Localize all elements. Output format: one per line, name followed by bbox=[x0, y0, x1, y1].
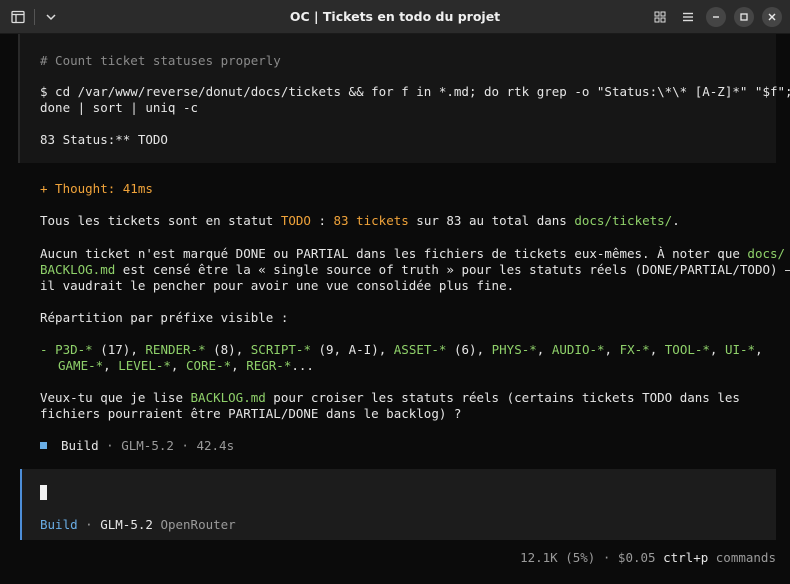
text: : bbox=[310, 213, 334, 228]
grid-icon[interactable] bbox=[650, 7, 670, 27]
text: . bbox=[672, 213, 680, 228]
prefix-detail: , bbox=[649, 342, 665, 357]
maximize-icon[interactable] bbox=[734, 7, 754, 27]
path-link[interactable]: docs/ bbox=[747, 246, 785, 261]
backlog-link[interactable]: BACKLOG.md bbox=[191, 390, 266, 405]
answer-paragraph-4-line-1: Veux-tu que je lise BACKLOG.md pour croi… bbox=[40, 390, 740, 406]
tool-output-block: # Count ticket statuses properly $ cd /v… bbox=[18, 34, 790, 163]
prefix-name: CORE-* bbox=[185, 358, 232, 373]
prefix-list-line-2: GAME-*, LEVEL-*, CORE-*, REGR-*... bbox=[58, 358, 314, 374]
commands-hint[interactable]: commands bbox=[716, 550, 776, 565]
text: Aucun ticket n'est marqué DONE ou PARTIA… bbox=[40, 246, 748, 261]
text-cursor bbox=[40, 485, 47, 500]
minimize-icon[interactable] bbox=[706, 7, 726, 27]
prefix-detail: , bbox=[755, 342, 763, 357]
prefix-detail: (17), bbox=[92, 342, 146, 357]
text: sur 83 au total dans bbox=[408, 213, 575, 228]
code-comment: # Count ticket statuses properly bbox=[40, 53, 281, 68]
ticket-count: 83 tickets bbox=[333, 213, 409, 228]
shortcut-key: ctrl+p bbox=[663, 550, 709, 565]
prefix-detail: , bbox=[103, 358, 119, 373]
input-provider: OpenRouter bbox=[160, 517, 236, 532]
list-bullet: - bbox=[40, 342, 56, 357]
prefix-list-line-1: - P3D-* (17), RENDER-* (8), SCRIPT-* (9,… bbox=[40, 342, 763, 358]
input-model[interactable]: GLM-5.2 bbox=[100, 517, 153, 532]
command-line-continued: done | sort | uniq -c bbox=[40, 100, 199, 115]
square-bullet-icon bbox=[40, 442, 47, 449]
prefix-name: TOOL-* bbox=[664, 342, 710, 357]
prefix-name: LEVEL-* bbox=[118, 358, 171, 373]
build-mode: Build bbox=[61, 438, 99, 453]
close-icon[interactable] bbox=[762, 7, 782, 27]
answer-paragraph-2-line-1: Aucun ticket n'est marqué DONE ou PARTIA… bbox=[40, 246, 785, 262]
prefix-detail: , bbox=[604, 342, 620, 357]
prefix-detail: (8), bbox=[205, 342, 251, 357]
answer-paragraph-4-line-2: fichiers pourraient être PARTIAL/DONE da… bbox=[40, 406, 462, 421]
prefix-detail: , bbox=[170, 358, 186, 373]
prefix-name: AUDIO-* bbox=[551, 342, 605, 357]
prefix-detail: , bbox=[231, 358, 247, 373]
prefix-name: SCRIPT-* bbox=[250, 342, 311, 357]
input-mode[interactable]: Build bbox=[40, 517, 78, 532]
prefix-name: UI-* bbox=[724, 342, 756, 357]
terminal-area: # Count ticket statuses properly $ cd /v… bbox=[0, 34, 790, 584]
prefix-detail: , bbox=[709, 342, 725, 357]
answer-paragraph-3: Répartition par préfixe visible : bbox=[40, 310, 289, 325]
thought-label[interactable]: + Thought: 41ms bbox=[40, 181, 153, 197]
prefix-name: RENDER-* bbox=[145, 342, 206, 357]
answer-paragraph-2-line-3: il vaudrait le pencher pour avoir une vu… bbox=[40, 278, 515, 293]
prefix-name: FX-* bbox=[619, 342, 650, 357]
backlog-link[interactable]: BACKLOG.md bbox=[40, 262, 115, 277]
text: Veux-tu que je lise bbox=[40, 390, 191, 405]
build-status-line: Build · GLM-5.2 · 42.4s bbox=[40, 438, 234, 454]
prefix-detail: (6), bbox=[446, 342, 492, 357]
text: pour croiser les statuts réels (certains… bbox=[265, 390, 740, 405]
title-bar: OC | Tickets en todo du projet bbox=[0, 0, 790, 34]
separator: · bbox=[173, 438, 197, 453]
separator: · bbox=[77, 517, 101, 532]
prefix-detail: (9, A-I), bbox=[310, 342, 394, 357]
prompt-input[interactable]: Build · GLM-5.2 OpenRouter bbox=[20, 469, 776, 540]
path-link[interactable]: docs/tickets/ bbox=[574, 213, 672, 228]
model-name: GLM-5.2 bbox=[121, 438, 174, 453]
session-cost: $0.05 bbox=[617, 550, 656, 565]
answer-paragraph-2-line-2: BACKLOG.md est censé être la « single so… bbox=[40, 262, 790, 278]
prefix-name: PHYS-* bbox=[491, 342, 537, 357]
status-todo: TODO bbox=[280, 213, 311, 228]
prefix-name: GAME-* bbox=[58, 358, 104, 373]
command-output: 83 Status:** TODO bbox=[40, 132, 168, 147]
command-line: $ cd /var/www/reverse/donut/docs/tickets… bbox=[40, 84, 790, 99]
text: est censé être la « single source of tru… bbox=[115, 262, 790, 277]
footer-status: 12.1K (5%) · $0.05 ctrl+p commands bbox=[520, 550, 776, 566]
input-status: Build · GLM-5.2 OpenRouter bbox=[40, 517, 236, 533]
separator: · bbox=[98, 438, 122, 453]
prefix-name: P3D-* bbox=[55, 342, 93, 357]
text: Tous les tickets sont en statut bbox=[40, 213, 281, 228]
prefix-name: ASSET-* bbox=[393, 342, 447, 357]
token-usage: 12.1K (5%) bbox=[520, 550, 596, 565]
separator: · bbox=[595, 550, 618, 565]
prefix-detail: , bbox=[536, 342, 552, 357]
menu-icon[interactable] bbox=[678, 7, 698, 27]
prefix-name: REGR-* bbox=[246, 358, 292, 373]
answer-paragraph-1: Tous les tickets sont en statut TODO : 8… bbox=[40, 213, 680, 229]
build-time: 42.4s bbox=[196, 438, 235, 453]
prefix-detail: ... bbox=[291, 358, 314, 373]
